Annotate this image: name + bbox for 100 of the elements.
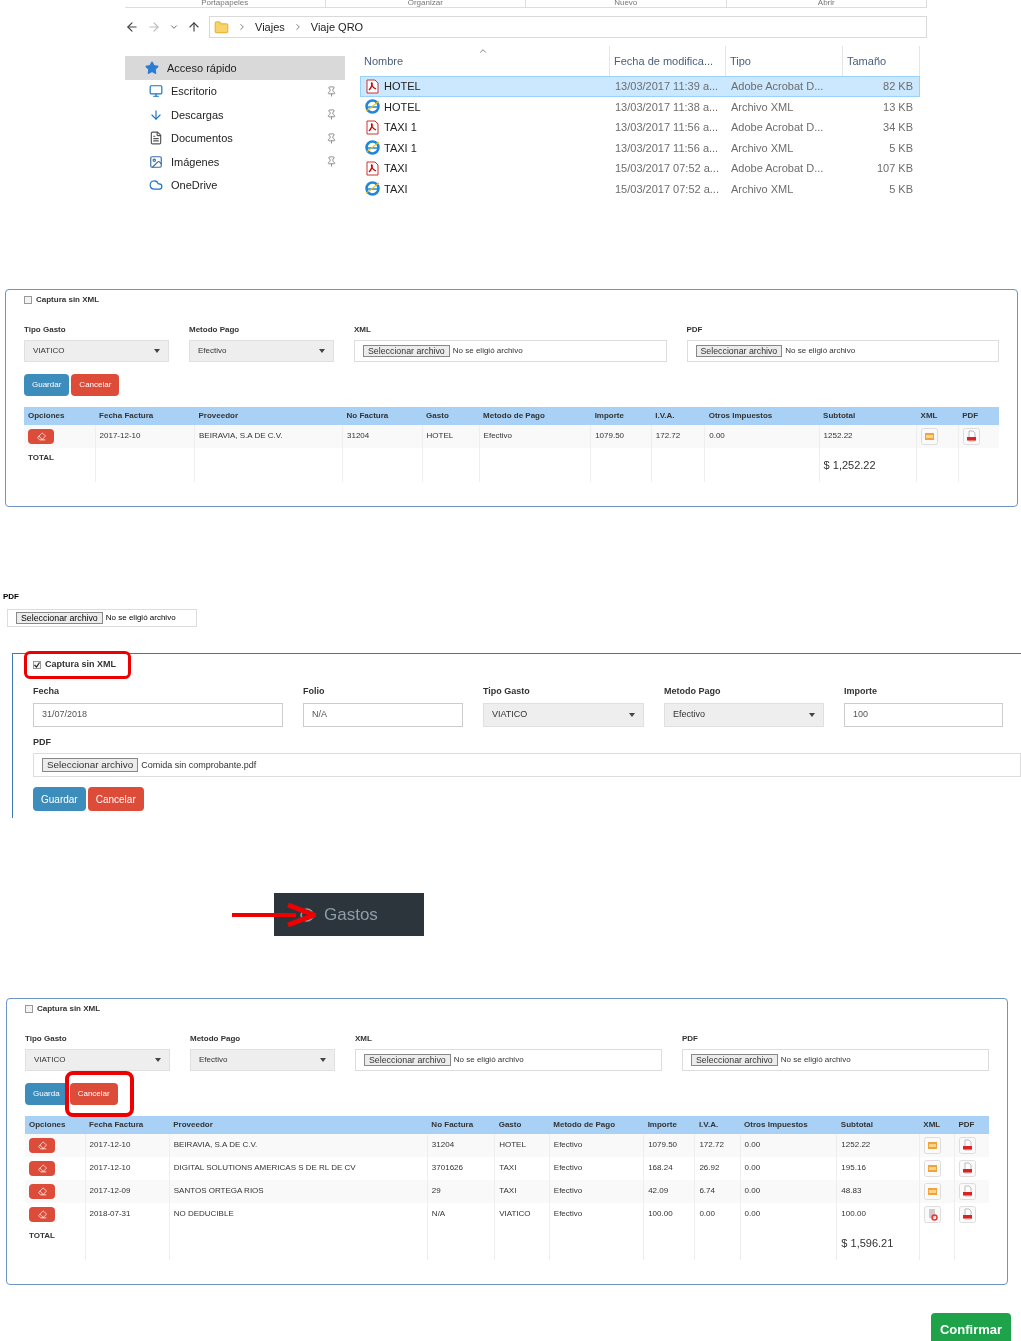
select-field[interactable]: Efectivo (189, 340, 334, 362)
checkbox[interactable] (24, 296, 32, 304)
file-row[interactable]: TAXI 15/03/2017 07:52 a... Archivo XML 5 KB (360, 178, 920, 199)
file-row[interactable]: TAXI 1 13/03/2017 11:56 a... Archivo XML 5 KB (360, 137, 920, 158)
save-button[interactable]: Guardar (24, 374, 70, 396)
text-input[interactable]: 100 (844, 702, 1003, 727)
cancel-button[interactable]: Cancelar (87, 787, 144, 812)
table-cell: 2017-12-10 (89, 1163, 131, 1172)
column-header: No Factura (427, 1116, 495, 1134)
file-row[interactable]: HOTEL 13/03/2017 11:39 a... Adobe Acrobat D... 82 KB (360, 76, 920, 97)
back-icon[interactable] (125, 20, 139, 34)
xml-file-icon[interactable] (923, 1137, 941, 1154)
up-icon[interactable] (187, 20, 201, 34)
file-type: Archivo XML (730, 140, 795, 156)
choose-file-button[interactable]: Seleccionar archivo (16, 611, 103, 625)
checkbox[interactable] (25, 1005, 33, 1013)
xml-file-icon[interactable] (923, 1183, 941, 1200)
file-row[interactable]: HOTEL 13/03/2017 11:38 a... Archivo XML 13 KB (360, 96, 920, 117)
file-input[interactable]: Seleccionar archivo No se eligió archivo (7, 609, 197, 627)
xml-file-icon[interactable] (923, 1160, 941, 1177)
xml-file-icon[interactable] (921, 428, 939, 445)
address-bar[interactable]: Viajes Viaje QRO (209, 16, 927, 38)
caret-icon (320, 1058, 326, 1062)
file-date: 15/03/2017 07:52 a... (614, 181, 720, 197)
forward-icon[interactable] (147, 20, 161, 34)
file-input[interactable]: Seleccionar archivo No se eligió archivo (354, 340, 667, 362)
column-header[interactable]: Tipo (730, 52, 751, 70)
missing-file-icon[interactable] (923, 1206, 941, 1223)
file-input[interactable]: Seleccionar archivo No se eligió archivo (355, 1049, 662, 1071)
column-header: Fecha Factura (85, 1116, 170, 1134)
nav-item[interactable]: Documentos (125, 126, 345, 150)
table-cell: Efectivo (553, 1163, 583, 1172)
save-button[interactable]: Guardar (33, 787, 86, 812)
checkbox-label: Captura sin XML (37, 1003, 101, 1015)
pdf-file-icon[interactable] (958, 1183, 976, 1200)
ribbon-group-label: Nuevo (614, 0, 638, 7)
file-input[interactable]: Seleccionar archivo No se eligió archivo (682, 1049, 989, 1071)
table-cell: Efectivo (483, 431, 513, 440)
total-label: TOTAL (29, 1231, 55, 1240)
choose-file-button[interactable]: Seleccionar archivo (691, 1053, 778, 1067)
pdf-file-icon[interactable] (962, 428, 980, 445)
file-status: No se eligió archivo (105, 612, 176, 624)
delete-button[interactable] (29, 1207, 55, 1222)
checkbox[interactable] (33, 660, 41, 669)
select-field[interactable]: VIATICO (24, 340, 169, 362)
choose-file-button[interactable]: Seleccionar archivo (364, 1053, 451, 1067)
column-header[interactable]: Tamaño (847, 52, 887, 70)
field-label: Metodo Pago (664, 685, 722, 699)
file-row[interactable]: TAXI 15/03/2017 07:52 a... Adobe Acrobat D... 107 KB (360, 158, 920, 179)
cancel-button[interactable]: Cancelar (69, 1083, 118, 1105)
breadcrumb-item[interactable]: Viajes (255, 18, 285, 36)
delete-button[interactable] (28, 429, 54, 444)
web-file-icon (365, 140, 380, 156)
delete-button[interactable] (29, 1138, 55, 1153)
select-field[interactable]: VIATICO (25, 1049, 170, 1071)
select-field[interactable]: Efectivo (664, 702, 824, 727)
table-cell: VIATICO (499, 1209, 531, 1218)
choose-file-button[interactable]: Seleccionar archivo (42, 758, 139, 773)
delete-button[interactable] (29, 1184, 55, 1199)
cancel-button[interactable]: Cancelar (71, 374, 120, 396)
text-input[interactable]: N/A (303, 702, 463, 727)
column-header[interactable]: Nombre (364, 52, 404, 70)
file-date: 13/03/2017 11:38 a... (614, 99, 720, 115)
column-header: Proveedor (169, 1116, 428, 1134)
select-field[interactable]: VIATICO (483, 702, 644, 727)
select-field[interactable]: Efectivo (190, 1049, 335, 1071)
table-cell: TAXI (499, 1163, 517, 1172)
column-header: Gasto (494, 1116, 550, 1134)
menu-item[interactable]: Gastos (274, 893, 424, 936)
table-cell: N/A (431, 1209, 446, 1218)
nav-item[interactable]: Descargas (125, 103, 345, 127)
table-cell: BEIRAVIA, S.A DE C.V. (199, 431, 283, 440)
pdf-file-icon[interactable] (958, 1206, 976, 1223)
field-label: Folio (303, 685, 326, 699)
breadcrumb-item[interactable]: Viaje QRO (310, 18, 364, 36)
choose-file-button[interactable]: Seleccionar archivo (363, 344, 450, 358)
pdf-file-icon (365, 160, 380, 176)
pdf-file-icon[interactable] (958, 1160, 976, 1177)
file-input[interactable]: Seleccionar archivo Comida sin comprobante.pdf (33, 753, 1021, 778)
nav-item[interactable]: Escritorio (125, 79, 345, 103)
caret-icon (154, 349, 160, 353)
checkbox-label: Captura sin XML (45, 658, 116, 671)
file-size: 82 KB (882, 79, 914, 94)
choose-file-button[interactable]: Seleccionar archivo (695, 344, 783, 358)
caret-icon (155, 1058, 161, 1062)
file-row[interactable]: TAXI 1 13/03/2017 11:56 a... Adobe Acrobat D... 34 KB (360, 117, 920, 138)
pdf-file-icon[interactable] (958, 1137, 976, 1154)
nav-item[interactable]: Imágenes (125, 150, 345, 174)
dropdown-icon[interactable] (169, 22, 179, 32)
table-cell: 2017-12-10 (99, 431, 141, 440)
nav-item[interactable]: Acceso rápido (125, 56, 345, 80)
column-header[interactable]: Fecha de modifica... (614, 52, 714, 70)
text-input[interactable]: 31/07/2018 (33, 702, 283, 727)
pdf-file-icon (365, 119, 380, 135)
file-input[interactable]: Seleccionar archivo No se eligió archivo (686, 340, 999, 362)
column-header: Importe (643, 1116, 695, 1134)
save-button[interactable]: Guarda (25, 1083, 68, 1105)
table-cell: NO DEDUCIBLE (173, 1209, 234, 1218)
nav-item[interactable]: OneDrive (125, 173, 345, 196)
delete-button[interactable] (29, 1161, 55, 1176)
